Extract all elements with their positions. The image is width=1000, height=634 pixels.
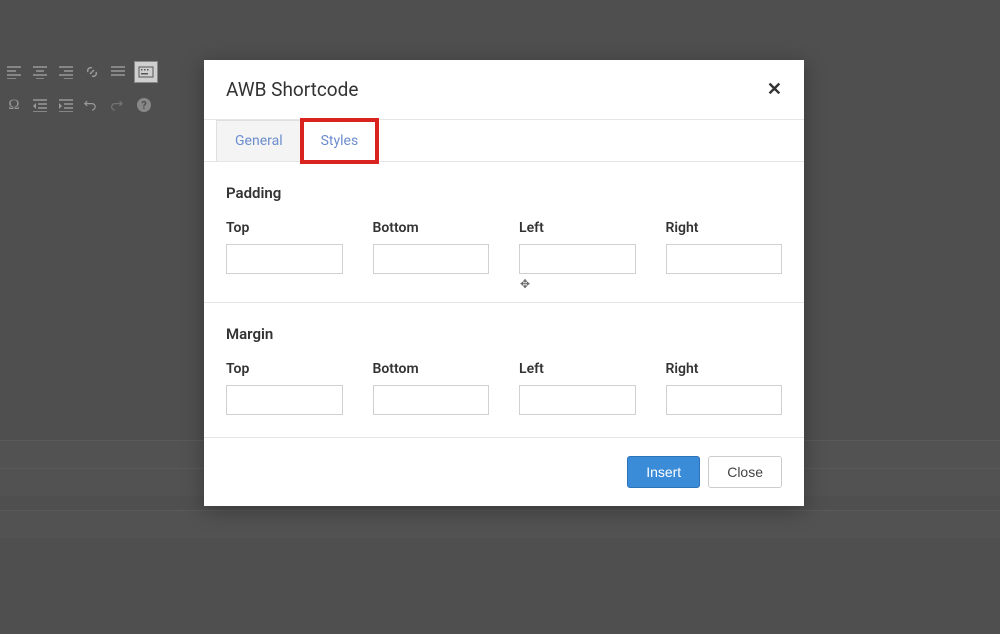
format-icon — [108, 62, 128, 82]
margin-bottom-label: Bottom — [373, 361, 490, 377]
padding-top-label: Top — [226, 220, 343, 236]
padding-bottom-label: Bottom — [373, 220, 490, 236]
margin-title: Margin — [226, 325, 782, 343]
padding-left-input[interactable] — [519, 244, 636, 274]
link-icon — [82, 62, 102, 82]
padding-right-label: Right — [666, 220, 783, 236]
margin-bottom-field: Bottom — [373, 361, 490, 415]
margin-top-input[interactable] — [226, 385, 343, 415]
padding-bottom-field: Bottom — [373, 220, 490, 274]
padding-left-field: Left — [519, 220, 636, 274]
modal-header: AWB Shortcode ✕ — [204, 60, 804, 120]
margin-top-label: Top — [226, 361, 343, 377]
keyboard-icon — [134, 61, 158, 83]
modal-title: AWB Shortcode — [226, 78, 358, 101]
padding-top-field: Top — [226, 220, 343, 274]
tab-general[interactable]: General — [216, 120, 302, 161]
help-icon: ? — [134, 95, 154, 115]
align-left-icon — [4, 62, 24, 82]
modal-body: Padding Top Bottom Left Right — [204, 162, 804, 437]
section-padding: Padding Top Bottom Left Right — [204, 162, 804, 303]
redo-icon — [108, 95, 128, 115]
toolbar-row-1 — [0, 55, 200, 89]
indent-right-icon — [56, 95, 76, 115]
modal-footer: Insert Close — [204, 437, 804, 506]
margin-left-label: Left — [519, 361, 636, 377]
toolbar-row-2: Ω ? — [0, 89, 200, 121]
margin-fields: Top Bottom Left Right — [226, 361, 782, 415]
padding-left-label: Left — [519, 220, 636, 236]
padding-fields: Top Bottom Left Right ✥ — [226, 220, 782, 274]
margin-left-input[interactable] — [519, 385, 636, 415]
margin-bottom-input[interactable] — [373, 385, 490, 415]
tab-styles[interactable]: Styles — [302, 120, 378, 162]
close-icon[interactable]: ✕ — [767, 81, 782, 99]
padding-bottom-input[interactable] — [373, 244, 490, 274]
margin-left-field: Left — [519, 361, 636, 415]
padding-right-input[interactable] — [666, 244, 783, 274]
undo-icon — [82, 95, 102, 115]
align-center-icon — [30, 62, 50, 82]
margin-right-field: Right — [666, 361, 783, 415]
margin-top-field: Top — [226, 361, 343, 415]
background-toolbar: Ω ? — [0, 55, 200, 121]
section-margin: Margin Top Bottom Left Right — [204, 303, 804, 437]
align-right-icon — [56, 62, 76, 82]
indent-left-icon — [30, 95, 50, 115]
insert-button[interactable]: Insert — [627, 456, 700, 488]
move-icon: ✥ — [520, 277, 530, 291]
padding-title: Padding — [226, 184, 782, 202]
margin-right-input[interactable] — [666, 385, 783, 415]
padding-right-field: Right — [666, 220, 783, 274]
margin-right-label: Right — [666, 361, 783, 377]
padding-top-input[interactable] — [226, 244, 343, 274]
omega-icon: Ω — [4, 95, 24, 115]
tabs-bar: General Styles — [204, 120, 804, 162]
svg-text:?: ? — [141, 99, 147, 112]
close-button[interactable]: Close — [708, 456, 782, 488]
shortcode-modal: AWB Shortcode ✕ General Styles Padding T… — [204, 60, 804, 506]
